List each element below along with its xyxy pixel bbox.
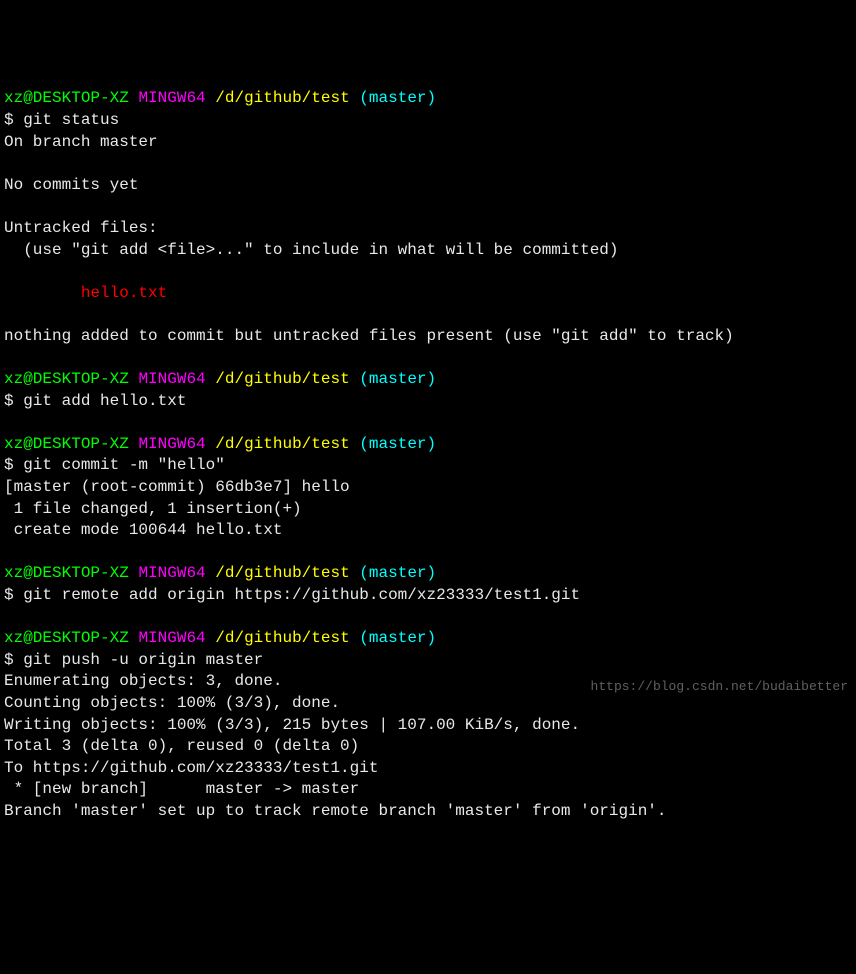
user-host: xz@DESKTOP-XZ [4,564,129,582]
dollar-sign: $ [4,651,23,669]
dollar-sign: $ [4,111,23,129]
shell-label: MINGW64 [138,564,205,582]
branch-paren-open: ( [359,370,369,388]
branch-name: master [369,629,427,647]
blank-line [4,304,852,326]
branch-paren-close: ) [427,370,437,388]
shell-label: MINGW64 [138,629,205,647]
blank-line [4,261,852,283]
working-dir: /d/github/test [215,435,349,453]
working-dir: /d/github/test [215,89,349,107]
branch-paren-open: ( [359,435,369,453]
output-push-to: To https://github.com/xz23333/test1.git [4,758,852,780]
prompt-line: xz@DESKTOP-XZ MINGW64 /d/github/test (ma… [4,369,852,391]
command-line: $ git status [4,110,852,132]
branch-paren-close: ) [427,435,437,453]
output-nothing-added: nothing added to commit but untracked fi… [4,326,852,348]
blank-line [4,153,852,175]
cmd-remote: git remote add origin https://github.com… [23,586,580,604]
user-host: xz@DESKTOP-XZ [4,629,129,647]
command-line: $ git commit -m "hello" [4,455,852,477]
output-untracked-header: Untracked files: [4,218,852,240]
cmd-commit: git commit -m "hello" [23,456,225,474]
branch-name: master [369,564,427,582]
output-no-commits: No commits yet [4,175,852,197]
shell-label: MINGW64 [138,370,205,388]
prompt-line: xz@DESKTOP-XZ MINGW64 /d/github/test (ma… [4,434,852,456]
watermark: https://blog.csdn.net/budaibetter [591,678,848,696]
branch-name: master [369,89,427,107]
shell-label: MINGW64 [138,89,205,107]
branch-paren-close: ) [427,564,437,582]
branch-paren-open: ( [359,564,369,582]
cmd-status: git status [23,111,119,129]
output-untracked-file: hello.txt [4,283,852,305]
prompt-line: xz@DESKTOP-XZ MINGW64 /d/github/test (ma… [4,628,852,650]
dollar-sign: $ [4,456,23,474]
output-push-count: Counting objects: 100% (3/3), done. [4,693,852,715]
branch-paren-open: ( [359,629,369,647]
branch-paren-close: ) [427,629,437,647]
output-push-total: Total 3 (delta 0), reused 0 (delta 0) [4,736,852,758]
shell-label: MINGW64 [138,435,205,453]
branch-paren-open: ( [359,89,369,107]
blank-line [4,607,852,629]
working-dir: /d/github/test [215,629,349,647]
blank-line [4,196,852,218]
blank-line [4,542,852,564]
working-dir: /d/github/test [215,370,349,388]
prompt-line: xz@DESKTOP-XZ MINGW64 /d/github/test (ma… [4,88,852,110]
output-untracked-hint: (use "git add <file>..." to include in w… [4,240,852,262]
command-line: $ git add hello.txt [4,391,852,413]
prompt-line: xz@DESKTOP-XZ MINGW64 /d/github/test (ma… [4,563,852,585]
output-on-branch: On branch master [4,132,852,154]
blank-line [4,412,852,434]
branch-name: master [369,435,427,453]
output-push-track: Branch 'master' set up to track remote b… [4,801,852,823]
user-host: xz@DESKTOP-XZ [4,435,129,453]
branch-paren-close: ) [427,89,437,107]
cmd-push: git push -u origin master [23,651,263,669]
output-commit-stats: 1 file changed, 1 insertion(+) [4,499,852,521]
output-push-write: Writing objects: 100% (3/3), 215 bytes |… [4,715,852,737]
output-commit-mode: create mode 100644 hello.txt [4,520,852,542]
working-dir: /d/github/test [215,564,349,582]
blank-line [4,348,852,370]
user-host: xz@DESKTOP-XZ [4,370,129,388]
cmd-add: git add hello.txt [23,392,186,410]
command-line: $ git remote add origin https://github.c… [4,585,852,607]
user-host: xz@DESKTOP-XZ [4,89,129,107]
output-push-newbranch: * [new branch] master -> master [4,779,852,801]
branch-name: master [369,370,427,388]
terminal[interactable]: xz@DESKTOP-XZ MINGW64 /d/github/test (ma… [4,88,852,822]
command-line: $ git push -u origin master [4,650,852,672]
output-commit-summary: [master (root-commit) 66db3e7] hello [4,477,852,499]
dollar-sign: $ [4,392,23,410]
dollar-sign: $ [4,586,23,604]
